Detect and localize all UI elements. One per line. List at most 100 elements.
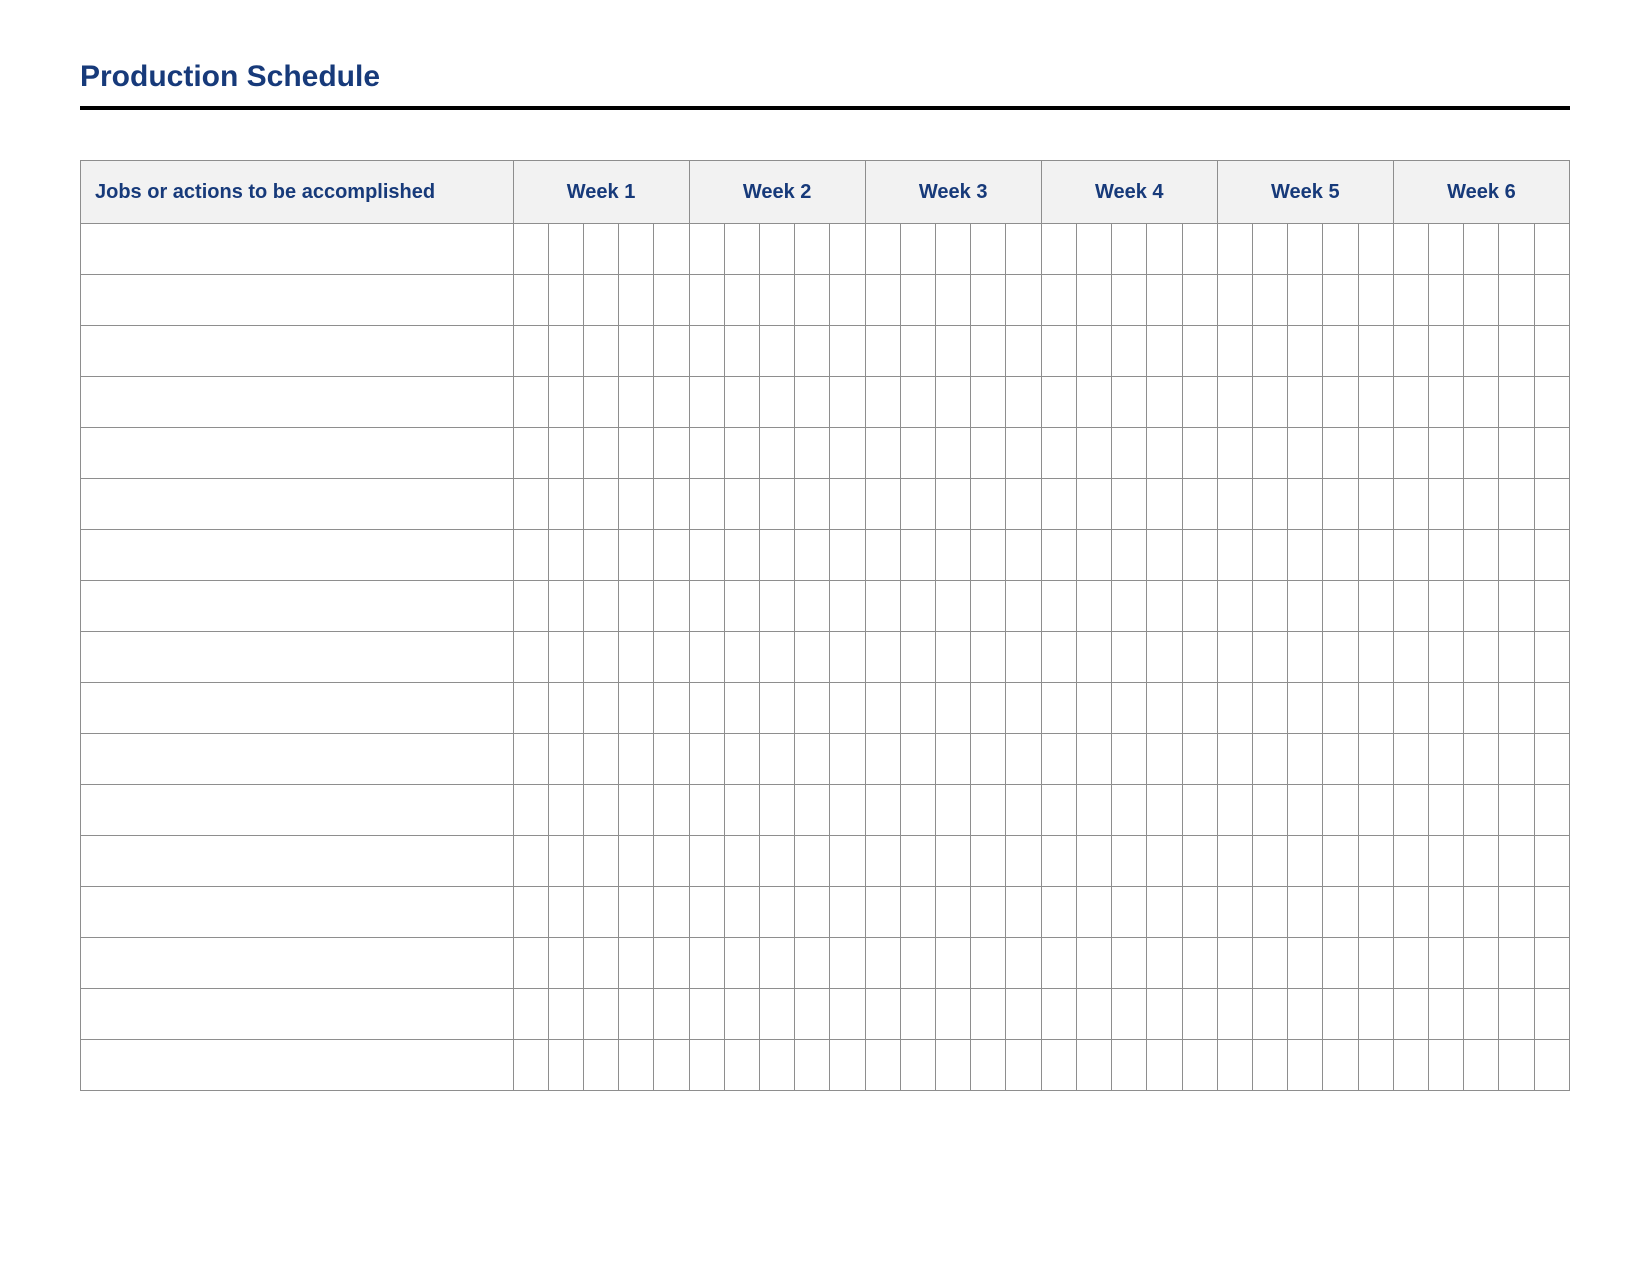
day-cell[interactable] — [1429, 785, 1464, 836]
day-cell[interactable] — [724, 836, 759, 887]
day-cell[interactable] — [548, 479, 583, 530]
day-cell[interactable] — [1182, 938, 1217, 989]
day-cell[interactable] — [936, 326, 971, 377]
day-cell[interactable] — [1112, 479, 1147, 530]
day-cell[interactable] — [689, 938, 724, 989]
day-cell[interactable] — [513, 530, 548, 581]
day-cell[interactable] — [1393, 224, 1428, 275]
day-cell[interactable] — [1534, 989, 1569, 1040]
job-cell[interactable] — [81, 683, 514, 734]
day-cell[interactable] — [830, 734, 865, 785]
day-cell[interactable] — [1217, 1040, 1252, 1091]
day-cell[interactable] — [760, 632, 795, 683]
day-cell[interactable] — [654, 836, 689, 887]
day-cell[interactable] — [1323, 785, 1358, 836]
day-cell[interactable] — [1217, 632, 1252, 683]
day-cell[interactable] — [1393, 683, 1428, 734]
day-cell[interactable] — [1112, 326, 1147, 377]
day-cell[interactable] — [1182, 887, 1217, 938]
day-cell[interactable] — [1006, 938, 1041, 989]
day-cell[interactable] — [1323, 632, 1358, 683]
day-cell[interactable] — [830, 989, 865, 1040]
day-cell[interactable] — [971, 377, 1006, 428]
day-cell[interactable] — [1464, 224, 1499, 275]
day-cell[interactable] — [865, 683, 900, 734]
day-cell[interactable] — [865, 428, 900, 479]
day-cell[interactable] — [619, 887, 654, 938]
day-cell[interactable] — [971, 479, 1006, 530]
day-cell[interactable] — [1393, 581, 1428, 632]
day-cell[interactable] — [936, 938, 971, 989]
day-cell[interactable] — [760, 989, 795, 1040]
day-cell[interactable] — [1147, 887, 1182, 938]
day-cell[interactable] — [865, 734, 900, 785]
day-cell[interactable] — [795, 530, 830, 581]
day-cell[interactable] — [1041, 1040, 1076, 1091]
day-cell[interactable] — [971, 887, 1006, 938]
day-cell[interactable] — [513, 734, 548, 785]
day-cell[interactable] — [1041, 530, 1076, 581]
day-cell[interactable] — [513, 785, 548, 836]
day-cell[interactable] — [583, 887, 618, 938]
day-cell[interactable] — [795, 428, 830, 479]
day-cell[interactable] — [1323, 428, 1358, 479]
day-cell[interactable] — [1147, 224, 1182, 275]
day-cell[interactable] — [724, 224, 759, 275]
day-cell[interactable] — [1041, 887, 1076, 938]
day-cell[interactable] — [830, 530, 865, 581]
day-cell[interactable] — [1323, 377, 1358, 428]
day-cell[interactable] — [1217, 530, 1252, 581]
day-cell[interactable] — [971, 1040, 1006, 1091]
day-cell[interactable] — [830, 836, 865, 887]
day-cell[interactable] — [724, 632, 759, 683]
day-cell[interactable] — [1429, 938, 1464, 989]
day-cell[interactable] — [1429, 683, 1464, 734]
day-cell[interactable] — [971, 683, 1006, 734]
day-cell[interactable] — [1076, 1040, 1111, 1091]
day-cell[interactable] — [1006, 224, 1041, 275]
day-cell[interactable] — [1358, 836, 1393, 887]
day-cell[interactable] — [1393, 428, 1428, 479]
day-cell[interactable] — [1147, 275, 1182, 326]
day-cell[interactable] — [936, 632, 971, 683]
day-cell[interactable] — [654, 887, 689, 938]
day-cell[interactable] — [583, 734, 618, 785]
day-cell[interactable] — [865, 785, 900, 836]
day-cell[interactable] — [1464, 1040, 1499, 1091]
day-cell[interactable] — [1006, 785, 1041, 836]
day-cell[interactable] — [1358, 479, 1393, 530]
day-cell[interactable] — [1429, 326, 1464, 377]
day-cell[interactable] — [1182, 734, 1217, 785]
day-cell[interactable] — [1534, 836, 1569, 887]
day-cell[interactable] — [1358, 377, 1393, 428]
day-cell[interactable] — [936, 734, 971, 785]
day-cell[interactable] — [689, 1040, 724, 1091]
job-cell[interactable] — [81, 530, 514, 581]
day-cell[interactable] — [583, 989, 618, 1040]
day-cell[interactable] — [583, 938, 618, 989]
day-cell[interactable] — [1252, 836, 1287, 887]
day-cell[interactable] — [548, 836, 583, 887]
day-cell[interactable] — [1076, 275, 1111, 326]
day-cell[interactable] — [1358, 683, 1393, 734]
day-cell[interactable] — [1006, 275, 1041, 326]
day-cell[interactable] — [1217, 836, 1252, 887]
day-cell[interactable] — [1429, 989, 1464, 1040]
day-cell[interactable] — [1006, 989, 1041, 1040]
day-cell[interactable] — [1076, 938, 1111, 989]
day-cell[interactable] — [513, 836, 548, 887]
day-cell[interactable] — [971, 938, 1006, 989]
day-cell[interactable] — [1464, 938, 1499, 989]
day-cell[interactable] — [1464, 836, 1499, 887]
day-cell[interactable] — [1006, 479, 1041, 530]
day-cell[interactable] — [619, 1040, 654, 1091]
day-cell[interactable] — [724, 887, 759, 938]
day-cell[interactable] — [795, 1040, 830, 1091]
day-cell[interactable] — [1288, 938, 1323, 989]
day-cell[interactable] — [1499, 275, 1534, 326]
day-cell[interactable] — [1006, 428, 1041, 479]
day-cell[interactable] — [1429, 275, 1464, 326]
day-cell[interactable] — [1534, 581, 1569, 632]
day-cell[interactable] — [654, 938, 689, 989]
day-cell[interactable] — [830, 683, 865, 734]
